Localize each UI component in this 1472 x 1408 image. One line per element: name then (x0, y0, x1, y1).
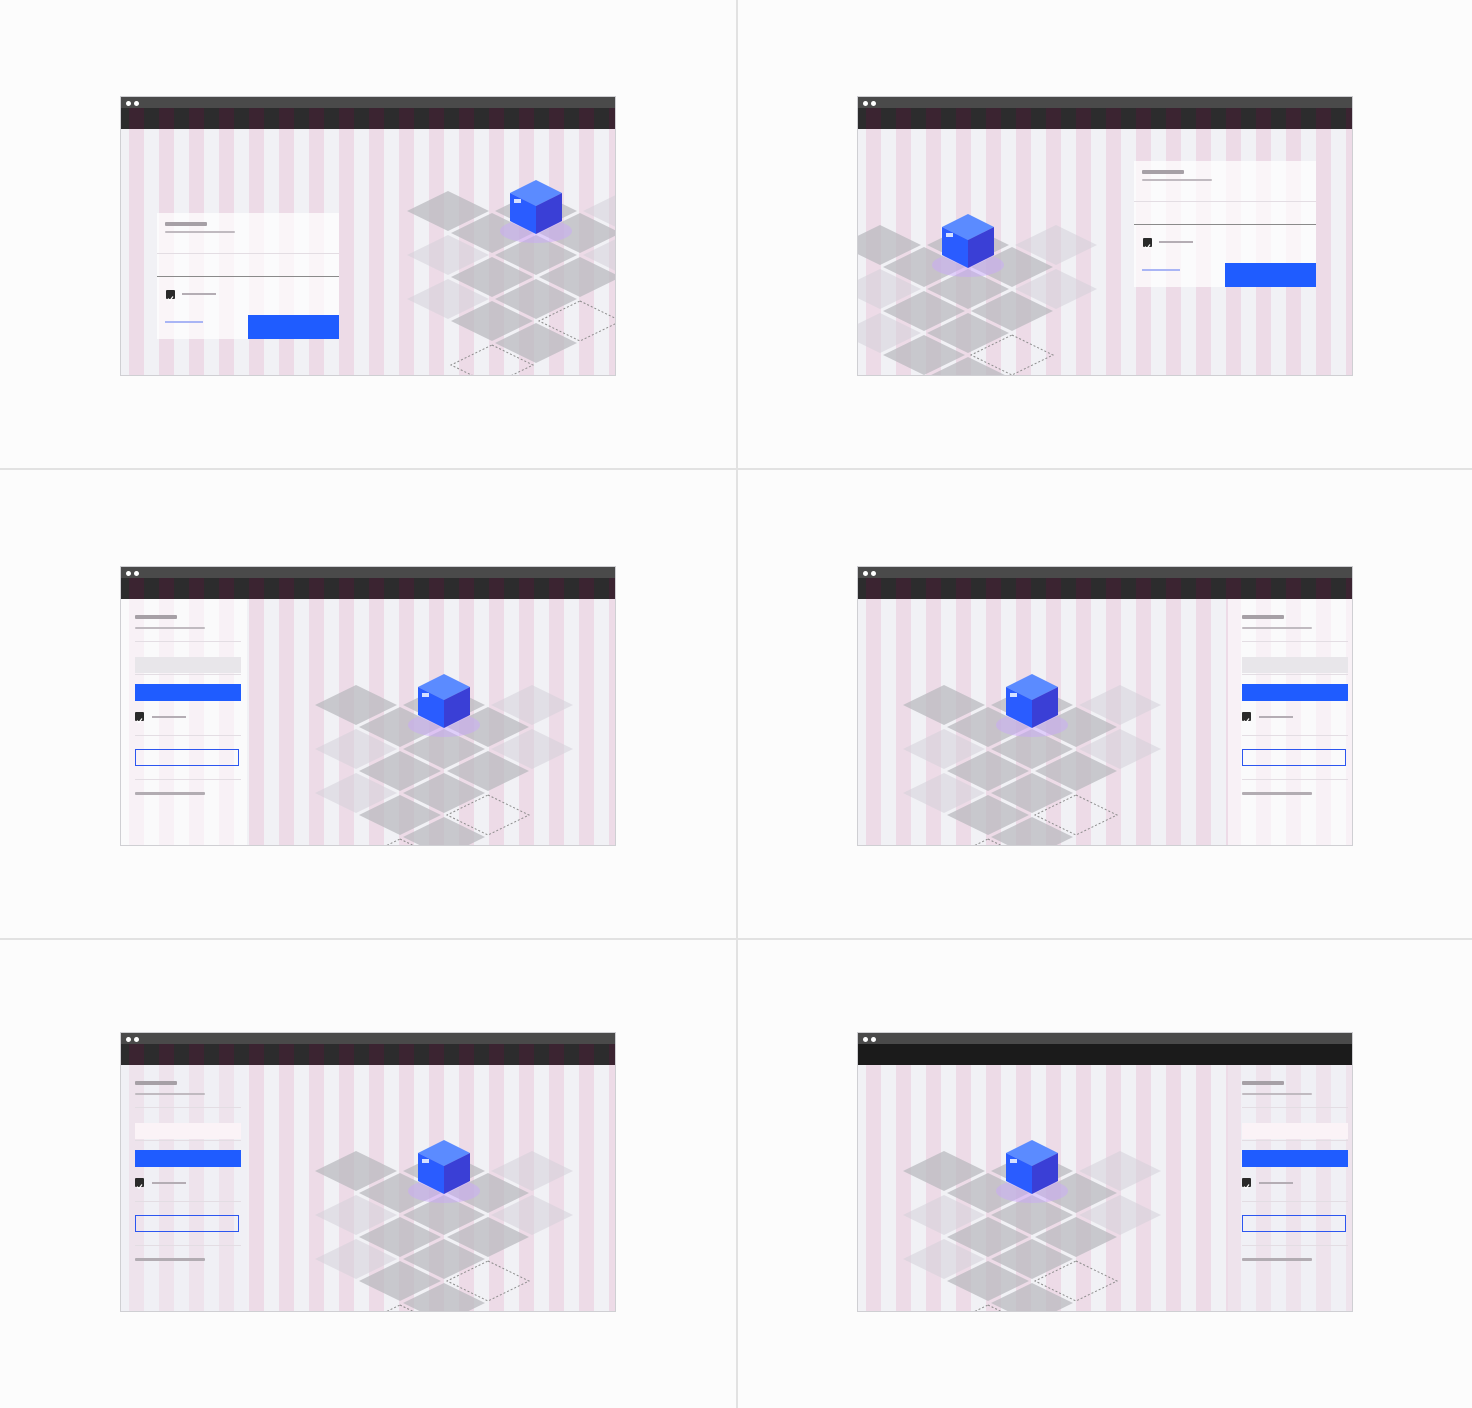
form-subtitle-skeleton (1242, 627, 1312, 629)
continue-button[interactable] (1242, 1150, 1348, 1167)
field-divider (1242, 1201, 1348, 1202)
form-subtitle-skeleton (165, 231, 235, 233)
browser-window-sidebar-right-gray (857, 1032, 1353, 1312)
field-divider (135, 674, 241, 675)
login-sidebar (1228, 1065, 1352, 1311)
form-title-skeleton (135, 1081, 177, 1085)
checkmark-icon (1243, 718, 1250, 724)
login-sidebar (1228, 599, 1352, 845)
checkmark-icon (136, 718, 143, 724)
checkbox-label-skeleton (1159, 241, 1193, 243)
field-divider (1134, 201, 1316, 202)
field-divider (135, 1107, 241, 1108)
layout-variations-diagram (0, 0, 1472, 1408)
continue-button[interactable] (1242, 684, 1348, 701)
form-title-skeleton (1142, 170, 1184, 174)
field-divider (135, 641, 241, 642)
text-input-field[interactable] (1242, 1123, 1348, 1139)
field-divider (1242, 1107, 1348, 1108)
checkmark-icon (136, 1184, 143, 1190)
browser-window-card-left-illustration-right (120, 96, 616, 376)
field-divider (135, 1140, 241, 1141)
continue-button[interactable] (135, 1150, 241, 1167)
field-divider (1242, 641, 1348, 642)
remember-checkbox[interactable] (1242, 1178, 1251, 1190)
footer-link-skeleton (1242, 792, 1312, 795)
login-sidebar (121, 599, 247, 845)
field-divider (1242, 779, 1348, 780)
text-input-field[interactable] (135, 657, 241, 673)
secondary-button[interactable] (1242, 1215, 1346, 1232)
browser-window-card-right-illustration-left (857, 96, 1353, 376)
text-input-field[interactable] (1134, 224, 1316, 225)
checkmark-icon (1144, 244, 1151, 250)
form-subtitle-skeleton (1242, 1093, 1312, 1095)
form-title-skeleton (1242, 1081, 1284, 1085)
forgot-link[interactable] (1142, 269, 1180, 271)
form-title-skeleton (135, 615, 177, 619)
text-input-field[interactable] (1242, 657, 1348, 673)
field-divider (1242, 1140, 1348, 1141)
checkbox-label-skeleton (1259, 716, 1293, 718)
remember-checkbox[interactable] (1143, 238, 1152, 250)
continue-button[interactable] (135, 684, 241, 701)
secondary-button[interactable] (1242, 749, 1346, 766)
browser-window-sidebar-left-gray (120, 1032, 616, 1312)
secondary-button[interactable] (135, 749, 239, 766)
remember-checkbox[interactable] (135, 1178, 144, 1190)
field-divider (1242, 1245, 1348, 1246)
footer-link-skeleton (135, 792, 205, 795)
remember-checkbox[interactable] (166, 290, 175, 302)
login-card (157, 213, 339, 339)
field-divider (135, 779, 241, 780)
text-input-field[interactable] (135, 1123, 241, 1139)
browser-window-sidebar-left-white (120, 566, 616, 846)
checkbox-label-skeleton (1259, 1182, 1293, 1184)
horizontal-divider-1 (0, 468, 1472, 470)
field-divider (135, 735, 241, 736)
field-divider (135, 1201, 241, 1202)
checkmark-icon (167, 296, 174, 302)
submit-button[interactable] (1225, 263, 1316, 287)
checkbox-label-skeleton (152, 716, 186, 718)
footer-link-skeleton (1242, 1258, 1312, 1261)
remember-checkbox[interactable] (135, 712, 144, 724)
field-divider (1242, 674, 1348, 675)
vertical-divider (736, 0, 738, 1408)
submit-button[interactable] (248, 315, 339, 339)
form-title-skeleton (1242, 615, 1284, 619)
field-divider (135, 1245, 241, 1246)
form-subtitle-skeleton (135, 1093, 205, 1095)
footer-link-skeleton (135, 1258, 205, 1261)
checkmark-icon (1243, 1184, 1250, 1190)
field-divider (1242, 735, 1348, 736)
remember-checkbox[interactable] (1242, 712, 1251, 724)
form-title-skeleton (165, 222, 207, 226)
horizontal-divider-2 (0, 938, 1472, 940)
form-subtitle-skeleton (1142, 179, 1212, 181)
text-input-field[interactable] (157, 276, 339, 277)
login-sidebar (121, 1065, 247, 1311)
forgot-link[interactable] (165, 321, 203, 323)
field-divider (157, 253, 339, 254)
checkbox-label-skeleton (152, 1182, 186, 1184)
checkbox-label-skeleton (182, 293, 216, 295)
form-subtitle-skeleton (135, 627, 205, 629)
browser-window-sidebar-right-white (857, 566, 1353, 846)
secondary-button[interactable] (135, 1215, 239, 1232)
login-card (1134, 161, 1316, 287)
